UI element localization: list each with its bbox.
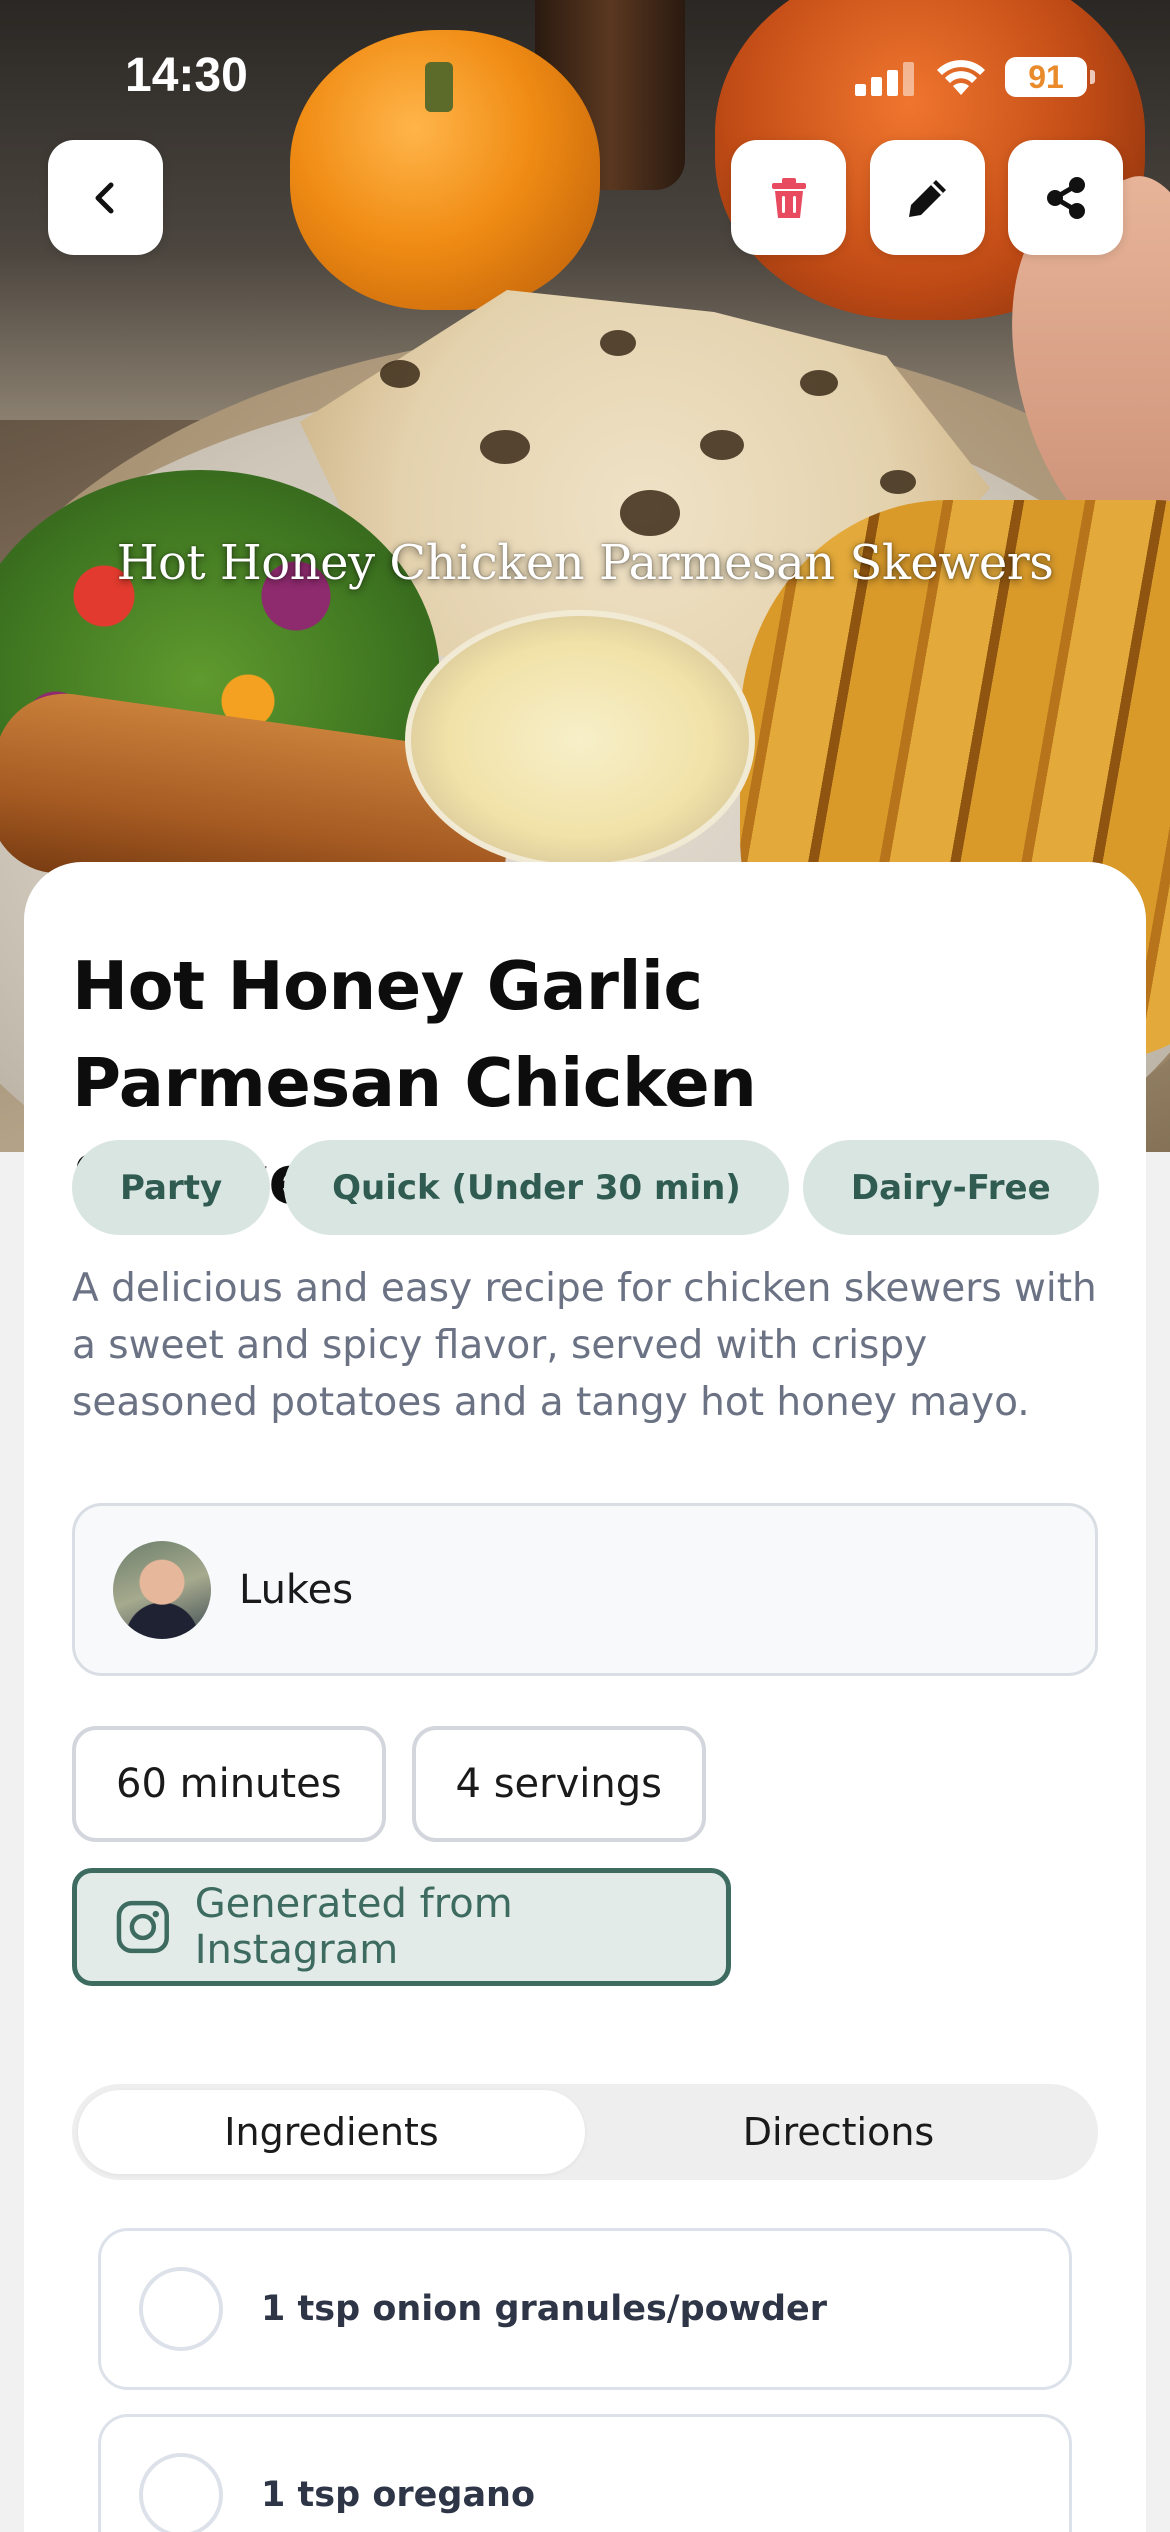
tag-quick[interactable]: Quick (Under 30 min) — [284, 1140, 789, 1235]
ingredient-checkbox[interactable] — [139, 2453, 223, 2532]
trash-icon — [771, 177, 806, 218]
instagram-icon — [116, 1900, 169, 1954]
recipe-meta: 60 minutes 4 servings — [72, 1726, 706, 1842]
author-name: Lukes — [239, 1566, 354, 1613]
source-label: Generated from Instagram — [194, 1881, 513, 1973]
tab-directions[interactable]: Directions — [585, 2090, 1092, 2174]
author-card[interactable]: Lukes — [72, 1503, 1098, 1676]
pencil-icon — [908, 179, 946, 217]
delete-button[interactable] — [731, 140, 846, 255]
status-time: 14:30 — [125, 49, 248, 102]
ingredient-text: 1 tsp oregano — [261, 2475, 536, 2515]
ingredient-text: 1 tsp onion granules/powder — [261, 2289, 828, 2329]
tag-party[interactable]: Party — [72, 1140, 271, 1235]
edit-button[interactable] — [870, 140, 985, 255]
hero-overlay-title: Hot Honey Chicken Parmesan Skewers — [116, 535, 1054, 591]
back-button[interactable] — [48, 140, 163, 255]
wifi-icon — [937, 60, 985, 95]
hero-char-spot — [480, 430, 530, 464]
ingredient-item[interactable]: 1 tsp oregano — [98, 2414, 1072, 2532]
battery-icon: 91 — [1005, 57, 1095, 97]
cellular-signal-icon — [855, 62, 915, 96]
hero-dip-bowl — [405, 610, 755, 870]
status-bar: 14:30 91 — [0, 0, 1170, 150]
cook-time-chip: 60 minutes — [72, 1726, 386, 1842]
servings-chip[interactable]: 4 servings — [411, 1726, 706, 1842]
hero-char-spot — [800, 370, 838, 396]
hero-char-spot — [700, 430, 744, 460]
hero-char-spot — [380, 360, 420, 388]
ingredient-item[interactable]: 1 tsp onion granules/powder — [98, 2228, 1072, 2390]
recipe-description: A delicious and easy recipe for chicken … — [72, 1266, 1097, 1425]
chevron-left-icon — [95, 182, 113, 213]
hero-char-spot — [600, 330, 636, 356]
tag-dairy-free[interactable]: Dairy-Free — [802, 1140, 1099, 1235]
avatar — [113, 1540, 211, 1639]
hero-char-spot — [880, 470, 916, 494]
tab-ingredients[interactable]: Ingredients — [78, 2090, 585, 2174]
ingredient-checkbox[interactable] — [139, 2267, 223, 2351]
share-icon — [1046, 176, 1085, 219]
hero-char-spot — [620, 490, 680, 536]
instagram-source-button[interactable]: Generated from Instagram — [72, 1868, 731, 1986]
share-button[interactable] — [1008, 140, 1123, 255]
recipe-tags: Party Quick (Under 30 min) Dairy-Free — [72, 1140, 1099, 1235]
recipe-tabs: Ingredients Directions — [72, 2084, 1098, 2180]
